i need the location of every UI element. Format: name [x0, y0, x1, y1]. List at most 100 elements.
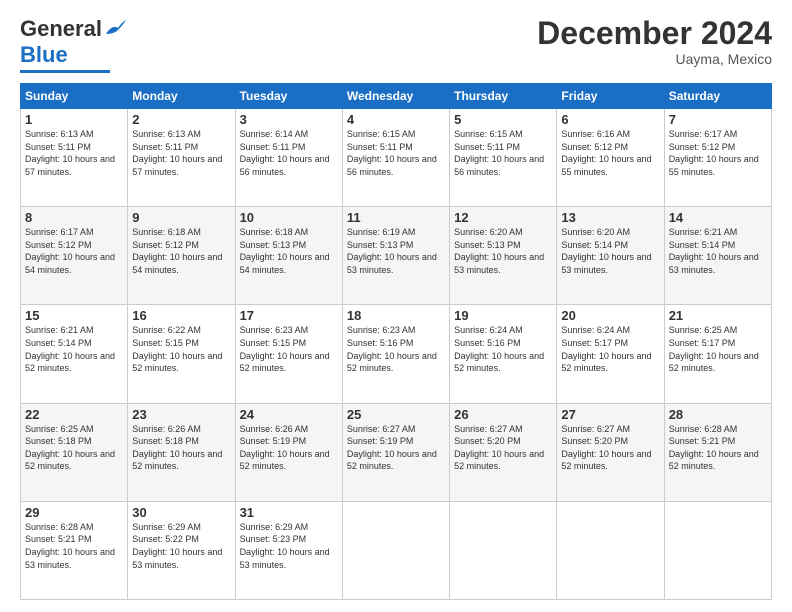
day-info: Sunrise: 6:23 AMSunset: 5:16 PMDaylight:… [347, 325, 437, 373]
day-info: Sunrise: 6:18 AMSunset: 5:12 PMDaylight:… [132, 227, 222, 275]
col-wednesday: Wednesday [342, 84, 449, 109]
col-monday: Monday [128, 84, 235, 109]
calendar-cell [450, 501, 557, 599]
day-number: 15 [25, 308, 123, 323]
calendar-week-row: 22Sunrise: 6:25 AMSunset: 5:18 PMDayligh… [21, 403, 772, 501]
logo-general-text: General [20, 16, 102, 42]
col-thursday: Thursday [450, 84, 557, 109]
day-number: 13 [561, 210, 659, 225]
day-info: Sunrise: 6:18 AMSunset: 5:13 PMDaylight:… [240, 227, 330, 275]
title-area: December 2024 Uayma, Mexico [537, 16, 772, 67]
calendar-cell: 29Sunrise: 6:28 AMSunset: 5:21 PMDayligh… [21, 501, 128, 599]
day-number: 23 [132, 407, 230, 422]
day-info: Sunrise: 6:15 AMSunset: 5:11 PMDaylight:… [454, 129, 544, 177]
day-number: 21 [669, 308, 767, 323]
day-number: 18 [347, 308, 445, 323]
day-info: Sunrise: 6:28 AMSunset: 5:21 PMDaylight:… [669, 424, 759, 472]
day-info: Sunrise: 6:29 AMSunset: 5:22 PMDaylight:… [132, 522, 222, 570]
calendar-cell: 6Sunrise: 6:16 AMSunset: 5:12 PMDaylight… [557, 109, 664, 207]
col-tuesday: Tuesday [235, 84, 342, 109]
day-info: Sunrise: 6:21 AMSunset: 5:14 PMDaylight:… [669, 227, 759, 275]
calendar-cell: 16Sunrise: 6:22 AMSunset: 5:15 PMDayligh… [128, 305, 235, 403]
calendar-cell: 30Sunrise: 6:29 AMSunset: 5:22 PMDayligh… [128, 501, 235, 599]
calendar-cell: 14 Sunrise: 6:21 AMSunset: 5:14 PMDayligh… [664, 207, 771, 305]
day-number: 20 [561, 308, 659, 323]
day-number: 12 [454, 210, 552, 225]
logo-blue-text: Blue [20, 42, 68, 68]
calendar-cell: 4 Sunrise: 6:15 AMSunset: 5:11 PMDaylight… [342, 109, 449, 207]
calendar-cell: 7 Sunrise: 6:17 AMSunset: 5:12 PMDaylight… [664, 109, 771, 207]
calendar-cell: 8 Sunrise: 6:17 AMSunset: 5:12 PMDaylight… [21, 207, 128, 305]
calendar-body: 1Sunrise: 6:13 AMSunset: 5:11 PMDaylight… [21, 109, 772, 600]
col-friday: Friday [557, 84, 664, 109]
day-number: 28 [669, 407, 767, 422]
calendar-cell [664, 501, 771, 599]
day-info: Sunrise: 6:13 AMSunset: 5:11 PMDaylight:… [132, 129, 222, 177]
header: General Blue December 2024 Uayma, Mexico [20, 16, 772, 73]
day-number: 29 [25, 505, 123, 520]
day-number: 8 [25, 210, 123, 225]
day-number: 25 [347, 407, 445, 422]
day-info: Sunrise: 6:27 AMSunset: 5:20 PMDaylight:… [454, 424, 544, 472]
col-saturday: Saturday [664, 84, 771, 109]
day-info: Sunrise: 6:20 AMSunset: 5:14 PMDaylight:… [561, 227, 651, 275]
calendar-cell: 15 Sunrise: 6:21 AMSunset: 5:14 PMDayligh… [21, 305, 128, 403]
calendar-week-row: 1Sunrise: 6:13 AMSunset: 5:11 PMDaylight… [21, 109, 772, 207]
calendar-cell: 11Sunrise: 6:19 AMSunset: 5:13 PMDayligh… [342, 207, 449, 305]
day-number: 5 [454, 112, 552, 127]
day-info: Sunrise: 6:29 AMSunset: 5:23 PMDaylight:… [240, 522, 330, 570]
day-info: Sunrise: 6:14 AMSunset: 5:11 PMDaylight:… [240, 129, 330, 177]
calendar-cell: 27Sunrise: 6:27 AMSunset: 5:20 PMDayligh… [557, 403, 664, 501]
day-info: Sunrise: 6:27 AMSunset: 5:20 PMDaylight:… [561, 424, 651, 472]
day-info: Sunrise: 6:20 AMSunset: 5:13 PMDaylight:… [454, 227, 544, 275]
calendar-cell: 20 Sunrise: 6:24 AMSunset: 5:17 PMDayligh… [557, 305, 664, 403]
calendar-cell: 21 Sunrise: 6:25 AMSunset: 5:17 PMDayligh… [664, 305, 771, 403]
logo-underline [20, 70, 110, 73]
day-info: Sunrise: 6:15 AMSunset: 5:11 PMDaylight:… [347, 129, 437, 177]
logo: General Blue [20, 16, 126, 73]
calendar-cell [342, 501, 449, 599]
day-number: 3 [240, 112, 338, 127]
calendar-cell: 1Sunrise: 6:13 AMSunset: 5:11 PMDaylight… [21, 109, 128, 207]
calendar-cell: 23 Sunrise: 6:26 AMSunset: 5:18 PMDayligh… [128, 403, 235, 501]
calendar-week-row: 8 Sunrise: 6:17 AMSunset: 5:12 PMDaylight… [21, 207, 772, 305]
calendar-cell: 31 Sunrise: 6:29 AMSunset: 5:23 PMDayligh… [235, 501, 342, 599]
calendar-cell: 13 Sunrise: 6:20 AMSunset: 5:14 PMDayligh… [557, 207, 664, 305]
calendar-cell: 2Sunrise: 6:13 AMSunset: 5:11 PMDaylight… [128, 109, 235, 207]
day-number: 7 [669, 112, 767, 127]
calendar-cell: 18 Sunrise: 6:23 AMSunset: 5:16 PMDayligh… [342, 305, 449, 403]
calendar-cell: 3 Sunrise: 6:14 AMSunset: 5:11 PMDaylight… [235, 109, 342, 207]
calendar-cell: 5 Sunrise: 6:15 AMSunset: 5:11 PMDaylight… [450, 109, 557, 207]
day-number: 16 [132, 308, 230, 323]
day-number: 4 [347, 112, 445, 127]
calendar-cell: 28 Sunrise: 6:28 AMSunset: 5:21 PMDayligh… [664, 403, 771, 501]
calendar-cell [557, 501, 664, 599]
calendar-cell: 25Sunrise: 6:27 AMSunset: 5:19 PMDayligh… [342, 403, 449, 501]
day-number: 22 [25, 407, 123, 422]
day-info: Sunrise: 6:17 AMSunset: 5:12 PMDaylight:… [25, 227, 115, 275]
day-info: Sunrise: 6:25 AMSunset: 5:17 PMDaylight:… [669, 325, 759, 373]
day-info: Sunrise: 6:21 AMSunset: 5:14 PMDaylight:… [25, 325, 115, 373]
calendar-cell: 9Sunrise: 6:18 AMSunset: 5:12 PMDaylight… [128, 207, 235, 305]
day-number: 31 [240, 505, 338, 520]
day-number: 17 [240, 308, 338, 323]
day-number: 14 [669, 210, 767, 225]
day-info: Sunrise: 6:26 AMSunset: 5:18 PMDaylight:… [132, 424, 222, 472]
day-number: 26 [454, 407, 552, 422]
calendar-cell: 12 Sunrise: 6:20 AMSunset: 5:13 PMDayligh… [450, 207, 557, 305]
calendar-week-row: 29Sunrise: 6:28 AMSunset: 5:21 PMDayligh… [21, 501, 772, 599]
day-number: 6 [561, 112, 659, 127]
calendar-cell: 26 Sunrise: 6:27 AMSunset: 5:20 PMDayligh… [450, 403, 557, 501]
calendar-page: General Blue December 2024 Uayma, Mexico… [0, 0, 792, 612]
day-info: Sunrise: 6:24 AMSunset: 5:16 PMDaylight:… [454, 325, 544, 373]
location: Uayma, Mexico [537, 51, 772, 67]
day-info: Sunrise: 6:24 AMSunset: 5:17 PMDaylight:… [561, 325, 651, 373]
day-info: Sunrise: 6:17 AMSunset: 5:12 PMDaylight:… [669, 129, 759, 177]
day-info: Sunrise: 6:23 AMSunset: 5:15 PMDaylight:… [240, 325, 330, 373]
day-info: Sunrise: 6:19 AMSunset: 5:13 PMDaylight:… [347, 227, 437, 275]
day-number: 24 [240, 407, 338, 422]
col-sunday: Sunday [21, 84, 128, 109]
calendar-cell: 24Sunrise: 6:26 AMSunset: 5:19 PMDayligh… [235, 403, 342, 501]
day-number: 10 [240, 210, 338, 225]
month-title: December 2024 [537, 16, 772, 51]
